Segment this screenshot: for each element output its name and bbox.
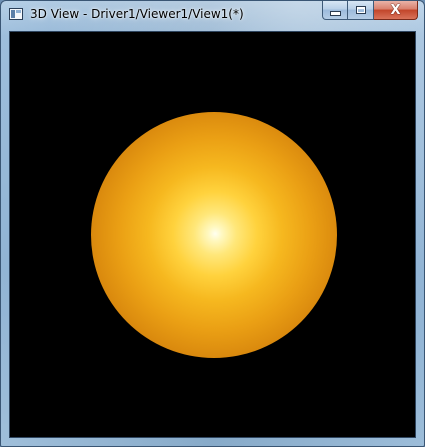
rendered-sphere[interactable] [91, 112, 337, 358]
close-icon: X [390, 2, 401, 18]
maximize-icon [355, 6, 366, 14]
app-window: 3D View - Driver1/Viewer1/View1(*) X [0, 0, 425, 447]
app-window-icon[interactable] [9, 8, 23, 20]
minimize-icon [329, 10, 341, 16]
title-bar[interactable]: 3D View - Driver1/Viewer1/View1(*) X [1, 1, 424, 29]
close-button[interactable]: X [374, 1, 418, 20]
maximize-button[interactable] [348, 1, 374, 20]
3d-viewport[interactable] [9, 31, 416, 438]
window-controls: X [322, 1, 418, 21]
minimize-button[interactable] [322, 1, 348, 20]
window-title: 3D View - Driver1/Viewer1/View1(*) [30, 7, 244, 21]
